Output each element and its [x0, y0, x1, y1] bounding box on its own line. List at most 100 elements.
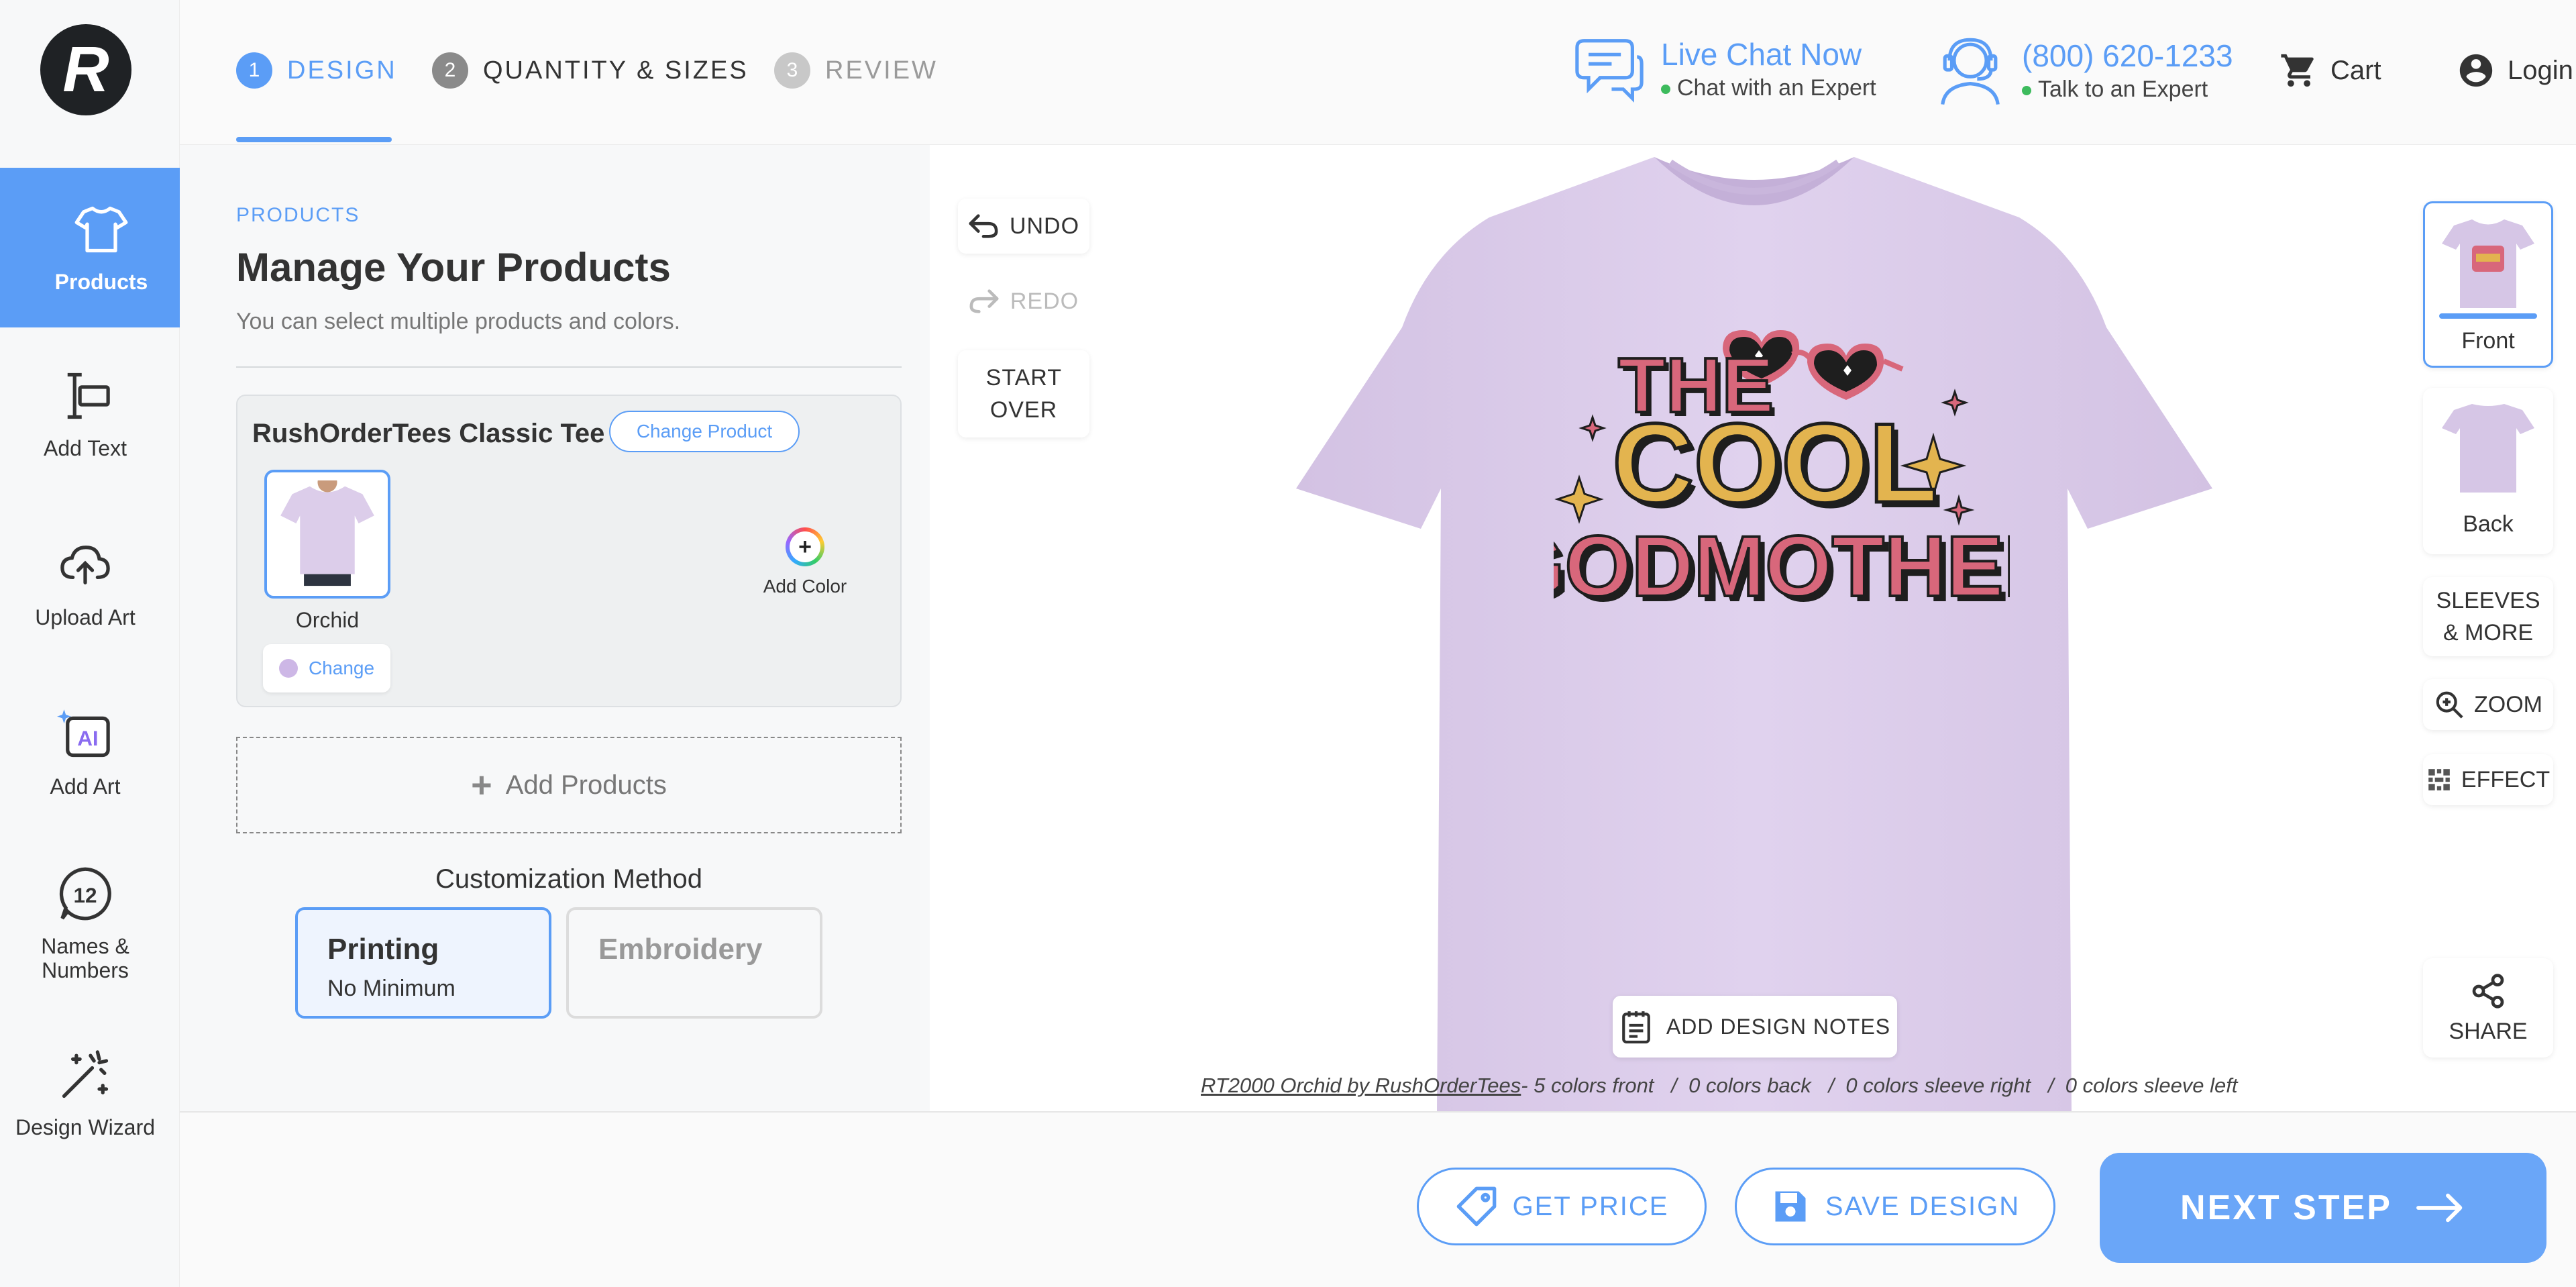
tshirt-thumbnail-image — [280, 480, 374, 586]
customization-method-label: Customization Method — [435, 864, 702, 894]
step-label: DESIGN — [287, 56, 397, 85]
back-view-thumbnail — [2442, 404, 2534, 493]
step-number: 3 — [774, 52, 810, 89]
product-color-thumbnail[interactable] — [264, 470, 390, 599]
share-button[interactable]: SHARE — [2423, 958, 2553, 1058]
brand-logo[interactable]: R — [40, 24, 131, 115]
step-number: 2 — [432, 52, 468, 89]
save-design-label: SAVE DESIGN — [1825, 1191, 2021, 1221]
rail-label: Add Art — [50, 774, 121, 799]
plus-icon: + — [471, 765, 492, 805]
view-label: Back — [2463, 511, 2514, 537]
magic-wand-icon — [62, 1050, 109, 1098]
panel-breadcrumb: PRODUCTS — [236, 204, 360, 226]
step-quantity-sizes[interactable]: 2 QUANTITY & SIZES — [432, 52, 749, 89]
undo-label: UNDO — [1009, 213, 1080, 239]
zoom-button[interactable]: ZOOM — [2423, 679, 2553, 730]
top-bar: 1 DESIGN 2 QUANTITY & SIZES 3 REVIEW Liv… — [180, 0, 2576, 145]
view-label: Front — [2461, 328, 2515, 354]
step-review[interactable]: 3 REVIEW — [774, 52, 938, 89]
product-summary-caption: RT2000 Orchid by RushOrderTees- 5 colors… — [1201, 1074, 2238, 1098]
step-label: QUANTITY & SIZES — [483, 56, 749, 85]
phone-link[interactable]: (800) 620-1233 Talk to an Expert — [1933, 31, 2233, 109]
change-product-button[interactable]: Change Product — [609, 411, 800, 452]
svg-text:12: 12 — [73, 883, 97, 907]
product-info-link[interactable]: RT2000 Orchid by RushOrderTees — [1201, 1074, 1521, 1097]
zoom-label: ZOOM — [2474, 691, 2542, 717]
phone-subtitle: Talk to an Expert — [2038, 76, 2208, 102]
product-card: RushOrderTees Classic Tee Change Product… — [236, 395, 902, 707]
login-label: Login — [2508, 55, 2573, 85]
rail-item-add-text[interactable]: Add Text — [0, 368, 170, 461]
design-artwork[interactable]: THE THE COOL COOL GODMOTHER GODMOTHER — [1554, 322, 2010, 671]
method-title: Printing — [327, 933, 439, 966]
view-front-button[interactable]: Front — [2423, 201, 2553, 368]
method-embroidery-option[interactable]: Embroidery — [566, 907, 822, 1019]
design-text-godmother: GODMOTHER — [1554, 519, 2010, 615]
rail-label: Names & Numbers — [41, 934, 129, 982]
arrow-right-icon — [2416, 1193, 2463, 1223]
cloud-upload-icon — [60, 546, 110, 584]
cart-label: Cart — [2330, 55, 2381, 85]
rail-item-add-art[interactable]: AI Add Art — [0, 706, 170, 799]
cart-icon — [2281, 54, 2314, 87]
color-counts: - 5 colors front / 0 colors back / 0 col… — [1521, 1074, 2238, 1097]
sleeves-and-more-button[interactable]: SLEEVES & MORE — [2423, 577, 2553, 656]
phone-number: (800) 620-1233 — [2022, 38, 2233, 73]
redo-label: REDO — [1010, 288, 1079, 314]
rail-label: Upload Art — [35, 605, 136, 629]
zoom-in-icon — [2436, 691, 2463, 719]
change-color-button[interactable]: Change — [263, 644, 390, 692]
step-design[interactable]: 1 DESIGN — [236, 52, 397, 89]
start-over-button[interactable]: START OVER — [958, 350, 1089, 437]
share-label: SHARE — [2449, 1018, 2528, 1044]
login-link[interactable]: Login — [2457, 51, 2573, 90]
color-swatch — [278, 659, 298, 678]
user-circle-icon — [2459, 54, 2493, 87]
notepad-icon — [1622, 1011, 1650, 1044]
bottom-action-bar: GET PRICE SAVE DESIGN NEXT STEP — [180, 1111, 2576, 1287]
undo-button[interactable]: UNDO — [958, 199, 1089, 254]
live-chat-title: Live Chat Now — [1661, 36, 1862, 72]
share-icon — [2472, 973, 2504, 1009]
method-title: Embroidery — [598, 933, 763, 966]
tshirt-icon — [74, 206, 128, 252]
undo-icon — [969, 214, 998, 238]
live-chat-link[interactable]: Live Chat Now Chat with an Expert — [1572, 31, 1876, 106]
products-panel: PRODUCTS Manage Your Products You can se… — [180, 145, 930, 1111]
view-back-button[interactable]: Back — [2423, 388, 2553, 554]
design-text-cool: COOL — [1612, 400, 1937, 526]
rail-item-products[interactable]: Products — [0, 168, 203, 327]
step-label: REVIEW — [825, 56, 938, 85]
shirt-mockup[interactable]: THE THE COOL COOL GODMOTHER GODMOTHER — [1295, 153, 2214, 1111]
rail-label: Products — [54, 269, 148, 294]
get-price-label: GET PRICE — [1512, 1191, 1669, 1221]
design-notes-label: ADD DESIGN NOTES — [1666, 1014, 1891, 1039]
rail-item-design-wizard[interactable]: Design Wizard — [0, 1047, 170, 1140]
online-dot — [2022, 85, 2031, 95]
step-number: 1 — [236, 52, 272, 89]
next-step-button[interactable]: NEXT STEP — [2100, 1153, 2546, 1263]
number-badge-icon: 12 — [59, 867, 111, 921]
headset-agent-icon — [1941, 38, 2000, 105]
ai-art-icon: AI — [57, 709, 110, 758]
get-price-button[interactable]: GET PRICE — [1417, 1168, 1707, 1245]
save-design-button[interactable]: SAVE DESIGN — [1735, 1168, 2055, 1245]
add-products-label: Add Products — [505, 770, 667, 800]
active-step-indicator — [236, 137, 392, 142]
price-tag-icon — [1456, 1186, 1496, 1227]
rail-item-upload-art[interactable]: Upload Art — [0, 537, 170, 630]
cart-link[interactable]: Cart — [2279, 51, 2381, 90]
online-dot — [1661, 84, 1670, 94]
add-color-button[interactable]: + Add Color — [758, 527, 852, 597]
redo-button[interactable]: REDO — [958, 274, 1089, 329]
method-subtitle: No Minimum — [327, 976, 455, 1001]
add-design-notes-button[interactable]: ADD DESIGN NOTES — [1613, 996, 1897, 1058]
rail-item-names-numbers[interactable]: 12 Names & Numbers — [0, 866, 170, 982]
method-printing-option[interactable]: Printing No Minimum — [295, 907, 551, 1019]
live-chat-subtitle: Chat with an Expert — [1677, 74, 1876, 101]
add-products-button[interactable]: + Add Products — [236, 737, 902, 833]
rail-label: Add Text — [44, 436, 127, 460]
next-step-label: NEXT STEP — [2180, 1188, 2392, 1227]
effect-button[interactable]: EFFECT — [2423, 754, 2553, 805]
